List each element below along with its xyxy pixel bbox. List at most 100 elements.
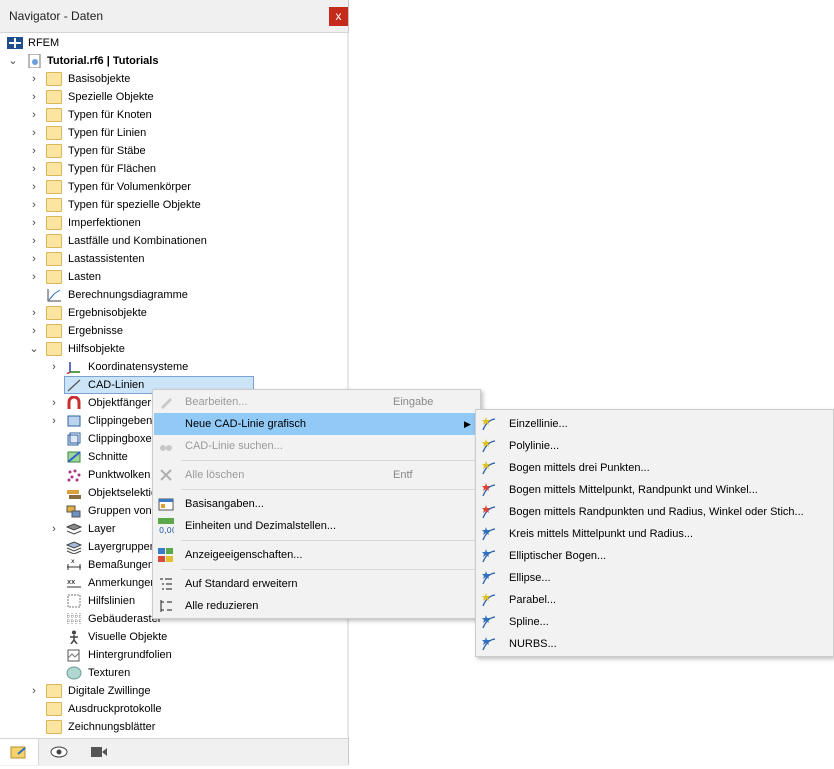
tree-project[interactable]: ⌄ Tutorial.rf6 | Tutorials [0, 52, 340, 70]
chevron-right-icon[interactable]: › [29, 88, 39, 106]
menu-item-delete-all[interactable]: Alle löschen Entf [153, 464, 480, 486]
tree-item[interactable]: Zeichnungsblätter [0, 718, 340, 736]
chevron-right-icon[interactable]: › [29, 160, 39, 178]
submenu-item[interactable]: Polylinie... [476, 435, 831, 457]
tree-subitem-label: Hilfslinien [88, 595, 136, 607]
tree-item[interactable]: › Lasten [0, 268, 340, 286]
tree-scrollbar[interactable] [347, 33, 349, 737]
tree-item-label: Berechnungsdiagramme [68, 289, 188, 301]
tree-item[interactable]: › Typen für Volumenkörper [0, 178, 340, 196]
cad-line-tool-icon [482, 461, 496, 475]
tree-item[interactable]: Berechnungsdiagramme [0, 286, 340, 304]
tree-item[interactable]: › Lastfälle und Kombinationen [0, 232, 340, 250]
chevron-right-icon[interactable]: › [29, 106, 39, 124]
submenu-item-label: NURBS... [509, 638, 557, 650]
chevron-right-icon[interactable]: › [29, 178, 39, 196]
menu-item-expand-default[interactable]: Auf Standard erweitern [153, 573, 480, 595]
chevron-right-icon[interactable]: › [29, 682, 39, 700]
submenu-item[interactable]: Bogen mittels Randpunkten und Radius, Wi… [476, 501, 831, 523]
delete-icon [160, 469, 172, 481]
views-tab[interactable] [80, 739, 118, 765]
navigator-tree: RFEM ⌄ Tutorial.rf6 | Tutorials › Basisob… [0, 33, 348, 737]
tree-item[interactable]: › Typen für Linien [0, 124, 340, 142]
navigator-tabs [0, 738, 348, 766]
group-icon [66, 505, 81, 518]
display-properties-icon [158, 548, 173, 562]
tree-subitem-label: Anmerkungen [88, 577, 157, 589]
menu-item-find-cad-line[interactable]: CAD-Linie suchen... [153, 435, 480, 457]
guideline-icon [67, 594, 81, 608]
tree-item[interactable]: ⌄ Hilfsobjekte [0, 340, 340, 358]
chevron-right-icon[interactable]: › [29, 268, 39, 286]
tree-item[interactable]: › Lastassistenten [0, 250, 340, 268]
folder-icon [46, 144, 62, 158]
chevron-right-icon[interactable]: › [49, 358, 59, 376]
chevron-down-icon[interactable]: ⌄ [8, 52, 18, 70]
submenu-item[interactable]: Spline... [476, 611, 831, 633]
chevron-right-icon[interactable]: › [29, 304, 39, 322]
menu-item-display-properties[interactable]: Anzeigeeigenschaften... [153, 544, 480, 566]
submenu-item[interactable]: Elliptischer Bogen... [476, 545, 831, 567]
tree-item-label: Typen für spezielle Objekte [68, 199, 201, 211]
tree-item-label: Zeichnungsblätter [68, 721, 156, 733]
tree-item[interactable]: › Typen für Knoten [0, 106, 340, 124]
tree-root[interactable]: RFEM [0, 34, 340, 52]
tree-item-label: Lastfälle und Kombinationen [68, 235, 207, 247]
submenu-item[interactable]: Kreis mittels Mittelpunkt und Radius... [476, 523, 831, 545]
background-layer-icon [67, 649, 80, 662]
chevron-right-icon[interactable]: › [29, 214, 39, 232]
tree-subitem-label: Visuelle Objekte [88, 631, 168, 643]
folder-icon [46, 108, 62, 122]
menu-item-new-cad-line-graphic[interactable]: Neue CAD-Linie grafisch ▶ [154, 413, 479, 435]
menu-item-base-data[interactable]: Basisangaben... [153, 493, 480, 515]
chevron-right-icon[interactable]: › [29, 196, 39, 214]
title-bar: Navigator - Daten x [0, 0, 348, 33]
window-title: Navigator - Daten [9, 9, 104, 23]
tree-item-label: Imperfektionen [68, 217, 141, 229]
chevron-right-icon[interactable]: › [29, 124, 39, 142]
tree-item[interactable]: › Typen für Stäbe [0, 142, 340, 160]
submenu-item[interactable]: Bogen mittels drei Punkten... [476, 457, 831, 479]
tree-subitem[interactable]: Texturen [0, 664, 340, 682]
chevron-right-icon[interactable]: › [29, 250, 39, 268]
tree-subitem[interactable]: Hintergrundfolien [0, 646, 340, 664]
tree-item[interactable]: › Imperfektionen [0, 214, 340, 232]
tree-subitem[interactable]: Visuelle Objekte [0, 628, 340, 646]
navigator-window: Navigator - Daten x RFEM ⌄ Tutorial.rf6 … [0, 0, 349, 766]
cad-line-icon [67, 379, 81, 392]
close-button[interactable]: x [329, 7, 348, 26]
chevron-right-icon[interactable]: › [29, 322, 39, 340]
submenu-item[interactable]: Parabel... [476, 589, 831, 611]
chevron-down-icon[interactable]: ⌄ [29, 340, 39, 358]
menu-item-edit[interactable]: Bearbeiten... Eingabe [153, 391, 480, 413]
menu-item-units[interactable]: 0,00 Einheiten und Dezimalstellen... [153, 515, 480, 537]
tree-item-label: Typen für Stäbe [68, 145, 146, 157]
submenu-item[interactable]: NURBS... [476, 633, 831, 655]
tree-item[interactable]: › Digitale Zwillinge [0, 682, 340, 700]
cad-line-tool-icon [482, 505, 496, 519]
tree-item[interactable]: › Ergebnisobjekte [0, 304, 340, 322]
tree-item[interactable]: Ausdruckprotokolle [0, 700, 340, 718]
chevron-right-icon[interactable]: › [29, 142, 39, 160]
display-tab[interactable] [40, 739, 78, 765]
folder-icon [46, 684, 62, 698]
submenu-item[interactable]: Einzellinie... [476, 413, 831, 435]
submenu-item[interactable]: Ellipse... [476, 567, 831, 589]
submenu-item[interactable]: Bogen mittels Mittelpunkt, Randpunkt und… [476, 479, 831, 501]
tree-subitem-label: Gruppen von [88, 505, 152, 517]
tree-item[interactable]: › Ergebnisse [0, 322, 340, 340]
chevron-right-icon[interactable]: › [29, 232, 39, 250]
tree-item[interactable]: › Spezielle Objekte [0, 88, 340, 106]
tree-subitem[interactable]: › Koordinatensysteme [0, 358, 340, 376]
tree-item[interactable]: › Typen für Flächen [0, 160, 340, 178]
chevron-right-icon[interactable]: › [49, 412, 59, 430]
chevron-right-icon[interactable]: › [49, 394, 59, 412]
chevron-right-icon[interactable]: › [29, 70, 39, 88]
tree-item-label: Lastassistenten [68, 253, 145, 265]
data-tab[interactable] [0, 739, 39, 765]
tree-item[interactable]: › Typen für spezielle Objekte [0, 196, 340, 214]
menu-item-collapse-all[interactable]: Alle reduzieren [153, 595, 480, 617]
tree-item-label: Basisobjekte [68, 73, 131, 85]
tree-item[interactable]: › Basisobjekte [0, 70, 340, 88]
chevron-right-icon[interactable]: › [49, 520, 59, 538]
